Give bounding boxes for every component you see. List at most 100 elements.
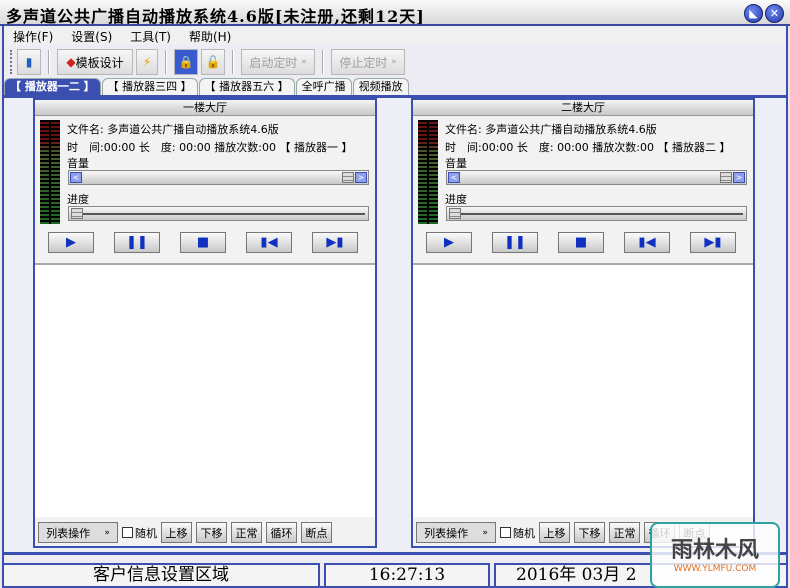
lock-button[interactable]: 🔒: [174, 49, 198, 75]
loop-mode-button[interactable]: 循环: [266, 522, 297, 543]
list-ops-label: 列表操作: [424, 526, 469, 540]
breakpoint-button[interactable]: 断点: [301, 522, 332, 543]
stop-timer-label: 停止定时: [339, 55, 388, 70]
tab-broadcast-all[interactable]: 全呼广播: [295, 78, 352, 95]
next-button[interactable]: ▶▮: [312, 232, 358, 253]
player-panel: 一楼大厅 文件名: 多声道公共广播自动播放系统4.6版 时 间:00:00 长 …: [33, 98, 377, 548]
stop-button[interactable]: ■: [180, 232, 226, 253]
separator: [48, 50, 50, 74]
progress-label: 进度: [67, 193, 89, 206]
lightning-button[interactable]: ⚡: [136, 49, 158, 75]
play-icon: ▶: [444, 235, 454, 250]
separator: [165, 50, 167, 74]
move-down-button[interactable]: 下移: [196, 522, 227, 543]
volume-thumb[interactable]: [720, 172, 732, 183]
separator: [232, 50, 234, 74]
separator: [322, 50, 324, 74]
minimize-button[interactable]: ◣: [744, 4, 763, 23]
play-button[interactable]: ▶: [426, 232, 472, 253]
stop-button[interactable]: ■: [558, 232, 604, 253]
previous-button[interactable]: ▮◀: [624, 232, 670, 253]
time-info: 时 间:00:00 长 度: 00:00 播放次数:00 【 播放器二 】: [445, 141, 731, 154]
tab-player-3-4[interactable]: 【 播放器三四 】: [101, 78, 198, 95]
client-info-area[interactable]: 客户信息设置区域: [2, 563, 320, 588]
normal-mode-button[interactable]: 正常: [231, 522, 262, 543]
list-operations-dropdown[interactable]: 列表操作 »: [38, 522, 118, 543]
shapes-icon: ◆: [66, 55, 76, 69]
unlock-button[interactable]: 🔓: [201, 49, 225, 75]
random-checkbox[interactable]: 随机: [500, 525, 535, 541]
start-timer-label: 启动定时: [249, 55, 298, 70]
volume-slider[interactable]: < >: [68, 170, 369, 185]
toolbar: ▮ ◆ 模板设计 ⚡ 🔒 🔓 启动定时 » 停止定时 »: [10, 48, 786, 76]
normal-mode-button[interactable]: 正常: [609, 522, 640, 543]
arrow-right-icon[interactable]: >: [733, 172, 745, 183]
random-label: 随机: [513, 526, 535, 540]
volume-slider[interactable]: < >: [446, 170, 747, 185]
chevron-down-icon: »: [391, 57, 397, 67]
stop-icon: ■: [574, 235, 588, 250]
stop-icon: ■: [196, 235, 210, 250]
volume-label: 音量: [445, 157, 467, 170]
progress-track: [72, 213, 365, 215]
unlock-icon: 🔓: [205, 55, 221, 69]
exit-door-icon: ▮: [25, 55, 33, 69]
menu-help[interactable]: 帮助(H): [180, 27, 240, 45]
file-name: 文件名: 多声道公共广播自动播放系统4.6版: [445, 123, 657, 136]
random-checkbox[interactable]: 随机: [122, 525, 157, 541]
arrow-left-icon[interactable]: <: [448, 172, 460, 183]
file-name: 文件名: 多声道公共广播自动播放系统4.6版: [67, 123, 279, 136]
volume-thumb[interactable]: [342, 172, 354, 183]
exit-button[interactable]: ▮: [17, 49, 41, 75]
playlist[interactable]: [35, 263, 375, 517]
tab-video[interactable]: 视频播放: [352, 78, 409, 95]
pause-button[interactable]: ❚❚: [492, 232, 538, 253]
menu-settings[interactable]: 设置(S): [62, 27, 121, 45]
progress-slider[interactable]: [68, 206, 369, 221]
toolbar-grip[interactable]: [10, 50, 14, 74]
template-design-button[interactable]: ◆ 模板设计: [57, 49, 133, 75]
lightning-icon: ⚡: [142, 55, 152, 69]
lock-icon: 🔒: [178, 55, 194, 69]
menu-tools[interactable]: 工具(T): [121, 27, 180, 45]
chevron-down-icon: »: [482, 527, 488, 538]
pause-button[interactable]: ❚❚: [114, 232, 160, 253]
stop-timer-button[interactable]: 停止定时 »: [331, 49, 405, 75]
move-up-button[interactable]: 上移: [161, 522, 192, 543]
arrow-right-icon[interactable]: >: [355, 172, 367, 183]
player-panel: 二楼大厅 文件名: 多声道公共广播自动播放系统4.6版 时 间:00:00 长 …: [411, 98, 755, 548]
next-icon: ▶▮: [704, 235, 722, 250]
next-icon: ▶▮: [326, 235, 344, 250]
move-down-button[interactable]: 下移: [574, 522, 605, 543]
progress-slider[interactable]: [446, 206, 747, 221]
next-button[interactable]: ▶▮: [690, 232, 736, 253]
menu-operate[interactable]: 操作(F): [4, 27, 62, 45]
play-button[interactable]: ▶: [48, 232, 94, 253]
close-button[interactable]: ✕: [765, 4, 784, 23]
vu-meter: [418, 120, 438, 224]
pause-icon: ❚❚: [126, 235, 148, 250]
previous-button[interactable]: ▮◀: [246, 232, 292, 253]
tab-player-5-6[interactable]: 【 播放器五六 】: [198, 78, 295, 95]
clock: 16:27:13: [324, 563, 490, 588]
menu-bar: 操作(F) 设置(S) 工具(T) 帮助(H): [4, 27, 786, 45]
template-label: 模板设计: [75, 55, 124, 70]
arrow-left-icon[interactable]: <: [70, 172, 82, 183]
previous-icon: ▮◀: [638, 235, 656, 250]
play-icon: ▶: [66, 235, 76, 250]
progress-label: 进度: [445, 193, 467, 206]
pause-icon: ❚❚: [504, 235, 526, 250]
start-timer-button[interactable]: 启动定时 »: [241, 49, 315, 75]
tab-player-1-2[interactable]: 【 播放器一二 】: [4, 78, 101, 95]
progress-thumb[interactable]: [449, 208, 461, 219]
progress-thumb[interactable]: [71, 208, 83, 219]
chevron-down-icon: »: [104, 527, 110, 538]
list-operations-dropdown[interactable]: 列表操作 »: [416, 522, 496, 543]
checkbox-box[interactable]: [122, 527, 133, 538]
playlist[interactable]: [413, 263, 753, 517]
panel-title: 一楼大厅: [35, 100, 375, 116]
checkbox-box[interactable]: [500, 527, 511, 538]
move-up-button[interactable]: 上移: [539, 522, 570, 543]
volume-label: 音量: [67, 157, 89, 170]
list-toolbar: 列表操作 » 随机 上移 下移 正常 循环 断点: [35, 519, 375, 546]
